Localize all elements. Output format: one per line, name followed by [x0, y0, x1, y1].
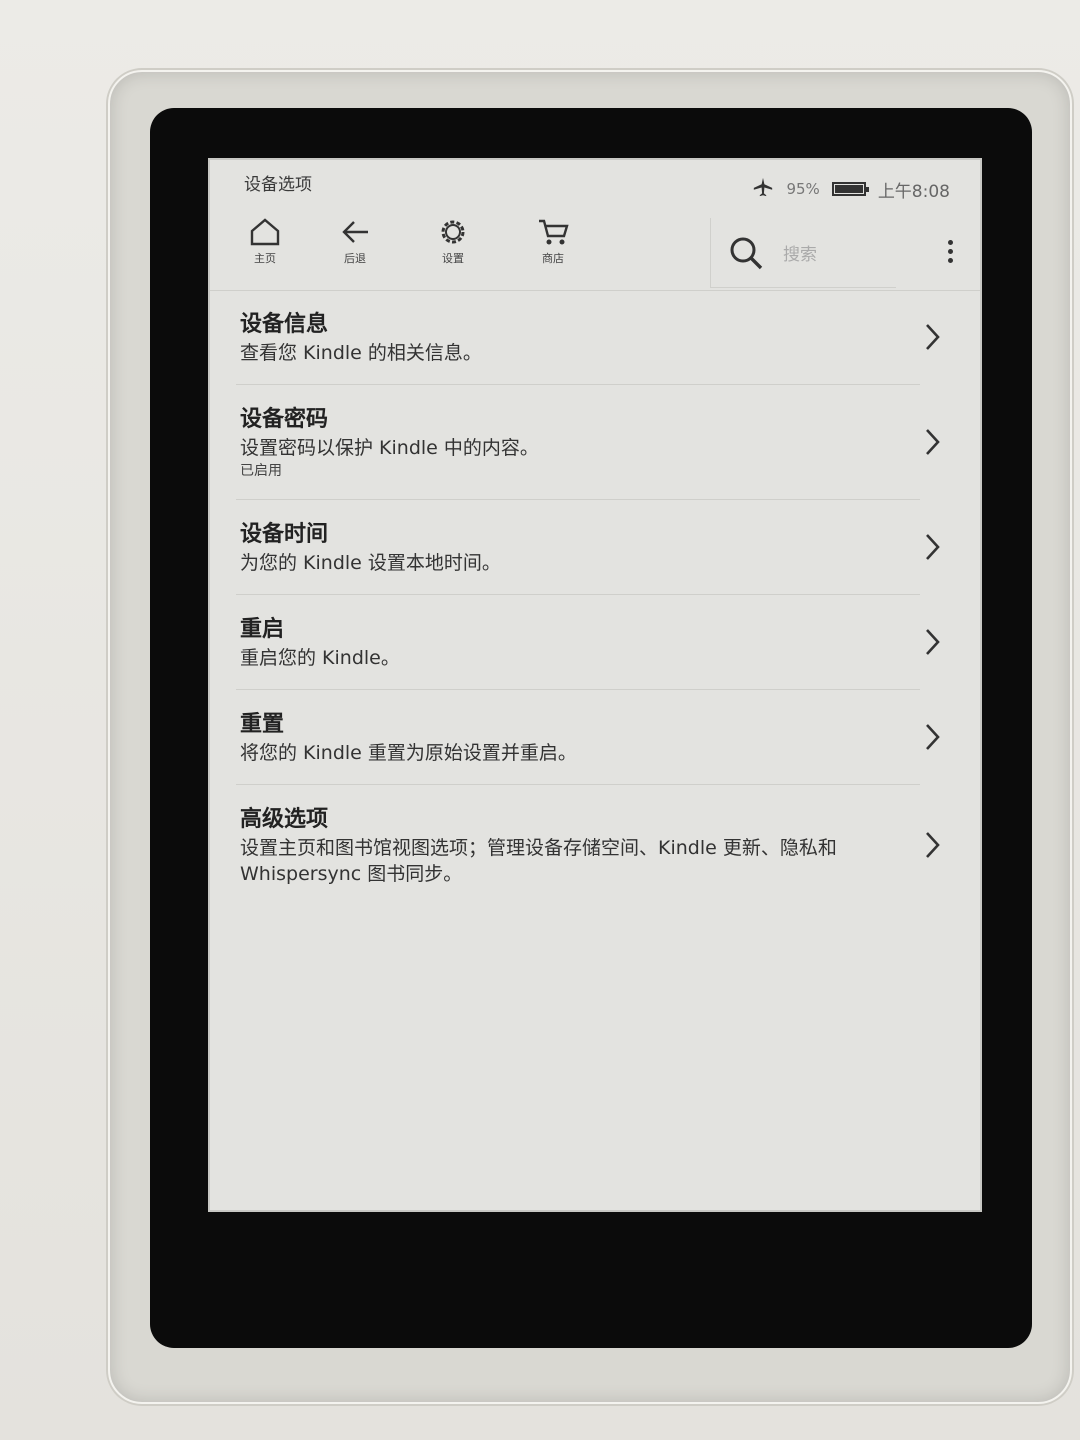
list-item-device-info[interactable]: 设备信息 查看您 Kindle 的相关信息。 [236, 290, 940, 385]
item-description: 查看您 Kindle 的相关信息。 [240, 342, 482, 364]
chevron-right-icon [926, 534, 940, 560]
list-item-device-password[interactable]: 设备密码 设置密码以保护 Kindle 中的内容。 已启用 [236, 385, 940, 500]
kindle-screen: 设备选项 95% 上午8:08 主页 后退 设置 商店 搜索 设备信息 查看您 … [208, 158, 982, 1212]
battery-icon [831, 182, 869, 196]
more-icon-dot [948, 258, 953, 263]
list-item-advanced-options[interactable]: 高级选项 设置主页和图书馆视图选项；管理设备存储空间、Kindle 更新、隐私和… [236, 785, 940, 905]
item-title: 高级选项 [240, 807, 329, 832]
more-icon-dot [948, 240, 953, 245]
item-title: 设备密码 [240, 407, 329, 432]
item-title: 重启 [240, 617, 285, 642]
item-description: 重启您的 Kindle。 [240, 647, 400, 669]
item-description: 将您的 Kindle 重置为原始设置并重启。 [240, 742, 577, 764]
settings-label: 设置 [442, 252, 464, 265]
list-item-reset[interactable]: 重置 将您的 Kindle 重置为原始设置并重启。 [236, 690, 940, 785]
home-icon [250, 218, 280, 246]
chevron-right-icon [926, 629, 940, 655]
back-label: 后退 [344, 252, 366, 265]
screen-bezel: 设备选项 95% 上午8:08 主页 后退 设置 商店 搜索 设备信息 查看您 … [150, 108, 1032, 1348]
list-item-restart[interactable]: 重启 重启您的 Kindle。 [236, 595, 940, 690]
status-bar: 设备选项 95% 上午8:08 [210, 160, 980, 210]
item-description: 设置密码以保护 Kindle 中的内容。 [240, 437, 539, 459]
home-button[interactable]: 主页 [230, 216, 300, 266]
photo-background: 设备选项 95% 上午8:08 主页 后退 设置 商店 搜索 设备信息 查看您 … [0, 0, 1080, 1440]
airplane-mode-icon [752, 176, 774, 202]
search-icon [730, 237, 763, 269]
item-title: 重置 [240, 712, 285, 737]
item-title: 设备时间 [240, 522, 329, 547]
list-item-device-time[interactable]: 设备时间 为您的 Kindle 设置本地时间。 [236, 500, 940, 595]
settings-list: 设备信息 查看您 Kindle 的相关信息。 设备密码 设置密码以保护 Kind… [210, 290, 980, 905]
chevron-right-icon [926, 724, 940, 750]
gear-icon [441, 220, 465, 244]
store-button[interactable]: 商店 [518, 216, 588, 266]
page-title: 设备选项 [244, 175, 312, 195]
status-indicators: 95% 上午8:08 [752, 176, 950, 202]
battery-percent: 95% [786, 180, 820, 198]
more-icon-dot [948, 249, 953, 254]
chevron-right-icon [926, 429, 940, 455]
search-input[interactable]: 搜索 [710, 218, 896, 288]
cart-icon [539, 219, 569, 245]
settings-button[interactable]: 设置 [418, 216, 488, 266]
item-description: 设置主页和图书馆视图选项；管理设备存储空间、Kindle 更新、隐私和 Whis… [240, 837, 837, 885]
chevron-right-icon [926, 832, 940, 858]
back-arrow-icon [342, 221, 368, 243]
item-description: 为您的 Kindle 设置本地时间。 [240, 552, 501, 574]
kindle-device-frame: 设备选项 95% 上午8:08 主页 后退 设置 商店 搜索 设备信息 查看您 … [108, 70, 1072, 1404]
item-title: 设备信息 [240, 312, 329, 337]
toolbar: 主页 后退 设置 商店 搜索 [210, 210, 980, 291]
clock: 上午8:08 [877, 181, 950, 202]
home-label: 主页 [254, 252, 276, 265]
search-placeholder: 搜索 [783, 245, 817, 265]
item-status: 已启用 [240, 463, 282, 479]
menu-button[interactable] [948, 240, 954, 267]
store-label: 商店 [542, 252, 564, 265]
back-button[interactable]: 后退 [320, 216, 390, 266]
chevron-right-icon [926, 324, 940, 350]
